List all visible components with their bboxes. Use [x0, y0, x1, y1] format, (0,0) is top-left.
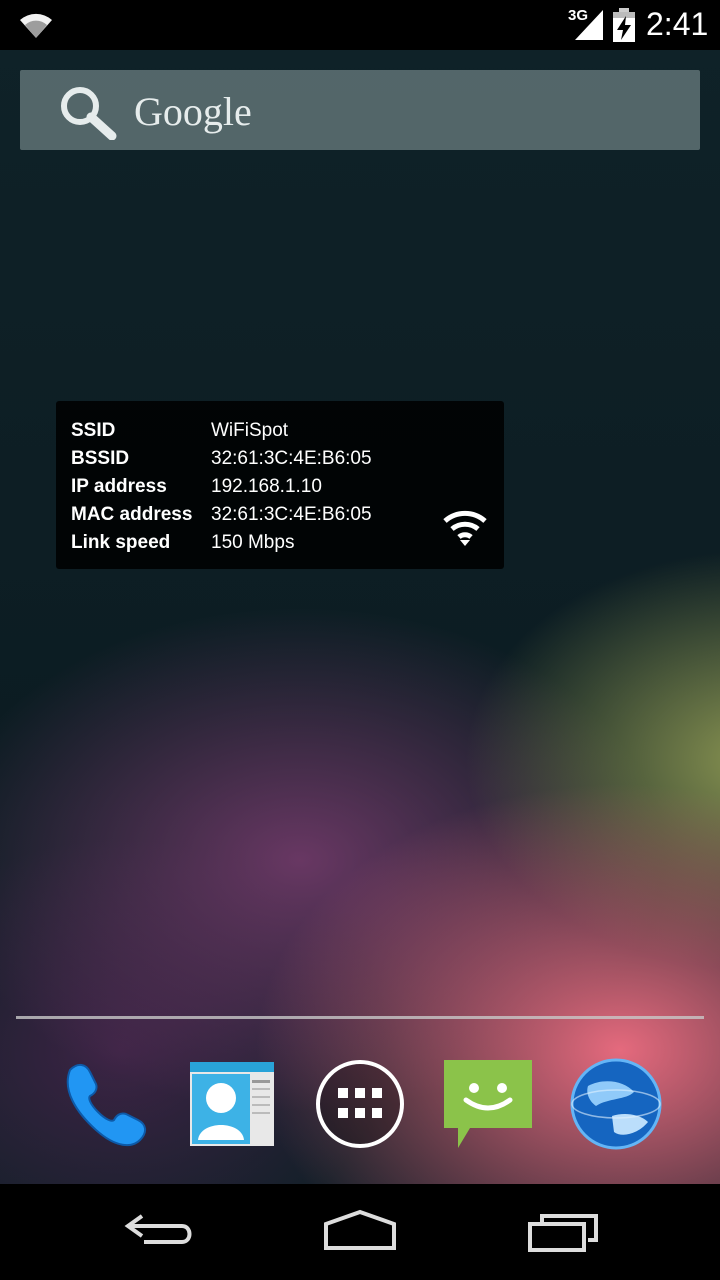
- phone-app-icon[interactable]: [56, 1056, 152, 1152]
- search-icon[interactable]: [58, 84, 118, 145]
- battery-charging-icon: [612, 8, 636, 47]
- row-value: 150 Mbps: [211, 532, 295, 553]
- google-logo: Google: [134, 89, 252, 134]
- back-icon[interactable]: [120, 1204, 200, 1254]
- row-label: IP address: [71, 476, 167, 497]
- home-icon[interactable]: [320, 1204, 400, 1254]
- row-label: SSID: [71, 420, 116, 441]
- row-value: WiFiSpot: [211, 420, 289, 441]
- row-label: BSSID: [71, 448, 130, 469]
- row-label: MAC address: [71, 504, 193, 525]
- browser-app-icon[interactable]: [568, 1056, 664, 1152]
- google-search-bar[interactable]: Google: [20, 70, 700, 150]
- navigation-bar: [0, 1184, 720, 1280]
- wifi-icon: [18, 10, 54, 45]
- row-value: 32:61:3C:4E:B6:05: [211, 448, 372, 469]
- status-clock: 2:41: [646, 6, 709, 42]
- app-drawer-icon[interactable]: [312, 1056, 408, 1152]
- messaging-app-icon[interactable]: [440, 1056, 536, 1152]
- signal-icon: [575, 8, 603, 45]
- recent-apps-icon[interactable]: [524, 1204, 604, 1254]
- people-app-icon[interactable]: [186, 1056, 282, 1152]
- row-value: 32:61:3C:4E:B6:05: [211, 504, 372, 525]
- row-label: Link speed: [71, 532, 171, 553]
- dock-divider: [16, 1016, 704, 1019]
- wifi-info-widget[interactable]: SSID WiFiSpot BSSID 32:61:3C:4E:B6:05 IP…: [56, 401, 504, 569]
- status-bar: 3G 2:41: [0, 0, 720, 50]
- wifi-icon: [442, 509, 488, 552]
- row-value: 192.168.1.10: [211, 476, 322, 497]
